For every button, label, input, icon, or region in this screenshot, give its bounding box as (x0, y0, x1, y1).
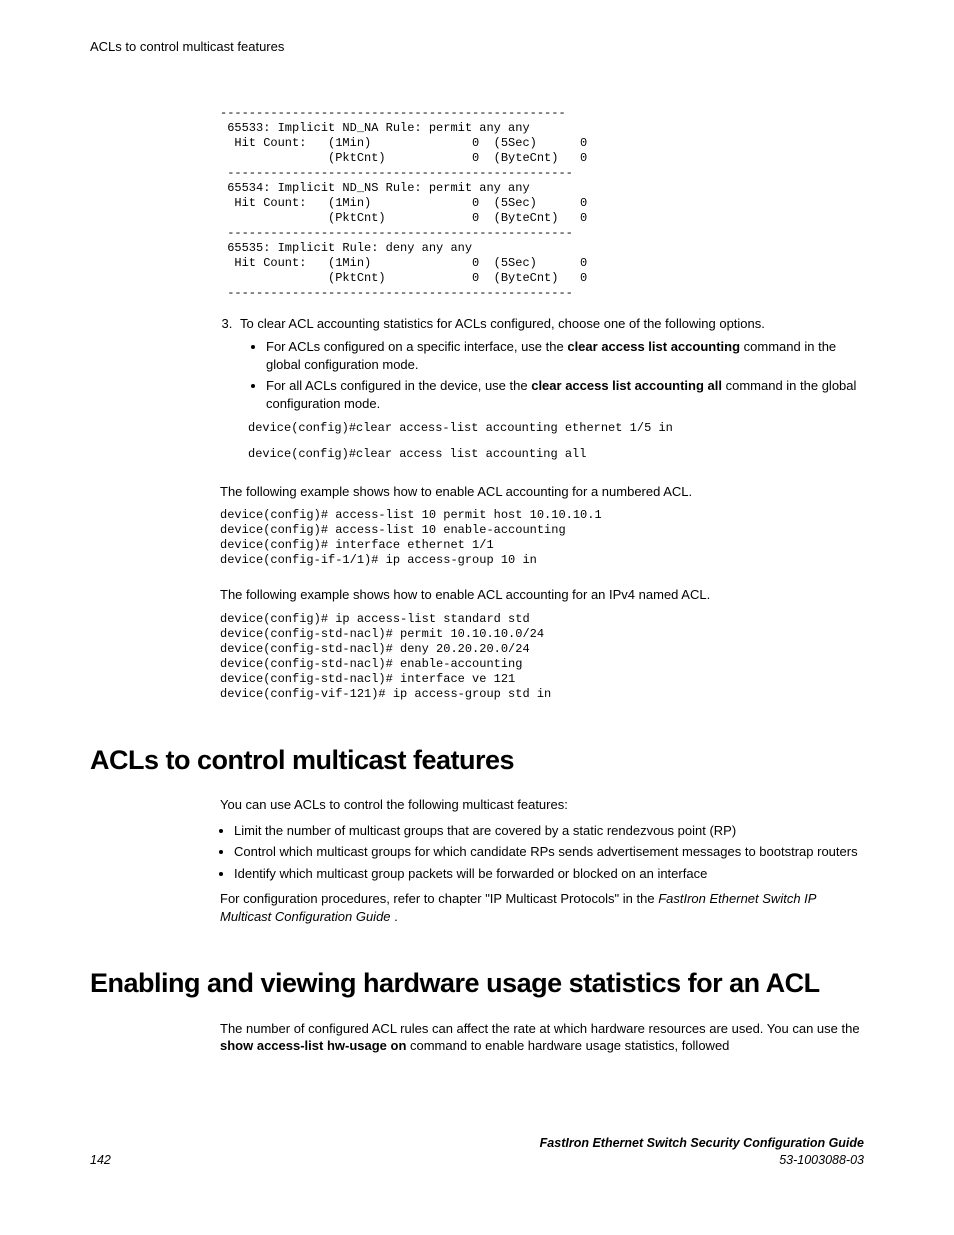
step-list: To clear ACL accounting statistics for A… (220, 315, 864, 413)
text: For configuration procedures, refer to c… (220, 891, 658, 906)
mc-bullet-1: Limit the number of multicast groups tha… (234, 822, 864, 840)
code-clear-eth: device(config)#clear access-list account… (248, 420, 864, 436)
step-3-text: To clear ACL accounting statistics for A… (240, 316, 765, 331)
footer-doc-number: 53-1003088-03 (540, 1152, 864, 1169)
footer-right: FastIron Ethernet Switch Security Config… (540, 1135, 864, 1169)
footer-guide-title: FastIron Ethernet Switch Security Config… (540, 1135, 864, 1152)
text: For ACLs configured on a specific interf… (266, 339, 567, 354)
example2-intro: The following example shows how to enabl… (220, 586, 740, 604)
multicast-intro: You can use ACLs to control the followin… (220, 796, 864, 814)
heading-multicast: ACLs to control multicast features (90, 742, 864, 778)
command-name: show access-list hw-usage on (220, 1038, 406, 1053)
text: For all ACLs configured in the device, u… (266, 378, 531, 393)
code-example-named-acl: device(config)# ip access-list standard … (220, 612, 864, 702)
running-header: ACLs to control multicast features (90, 38, 864, 56)
text: . (391, 909, 398, 924)
code-example-numbered-acl: device(config)# access-list 10 permit ho… (220, 508, 864, 568)
example1-intro: The following example shows how to enabl… (220, 483, 740, 501)
step-3-options: For ACLs configured on a specific interf… (252, 338, 864, 412)
mc-bullet-3: Identify which multicast group packets w… (234, 865, 864, 883)
step-3-opt-a: For ACLs configured on a specific interf… (266, 338, 864, 373)
mc-bullet-2: Control which multicast groups for which… (234, 843, 864, 861)
page-footer: 142 FastIron Ethernet Switch Security Co… (90, 1135, 864, 1169)
step-3: To clear ACL accounting statistics for A… (236, 315, 864, 413)
step-3-opt-b: For all ACLs configured in the device, u… (266, 377, 864, 412)
code-output-rules: ----------------------------------------… (220, 106, 864, 301)
hw-usage-paragraph: The number of configured ACL rules can a… (220, 1020, 864, 1055)
command-name: clear access list accounting all (531, 378, 722, 393)
multicast-bullets: Limit the number of multicast groups tha… (220, 822, 864, 883)
text: The number of configured ACL rules can a… (220, 1021, 860, 1036)
command-name: clear access list accounting (567, 339, 740, 354)
heading-hw-usage: Enabling and viewing hardware usage stat… (90, 965, 864, 1001)
multicast-reference: For configuration procedures, refer to c… (220, 890, 864, 925)
code-clear-all: device(config)#clear access list account… (248, 446, 864, 462)
text: command to enable hardware usage statist… (406, 1038, 729, 1053)
page-number: 142 (90, 1152, 111, 1169)
